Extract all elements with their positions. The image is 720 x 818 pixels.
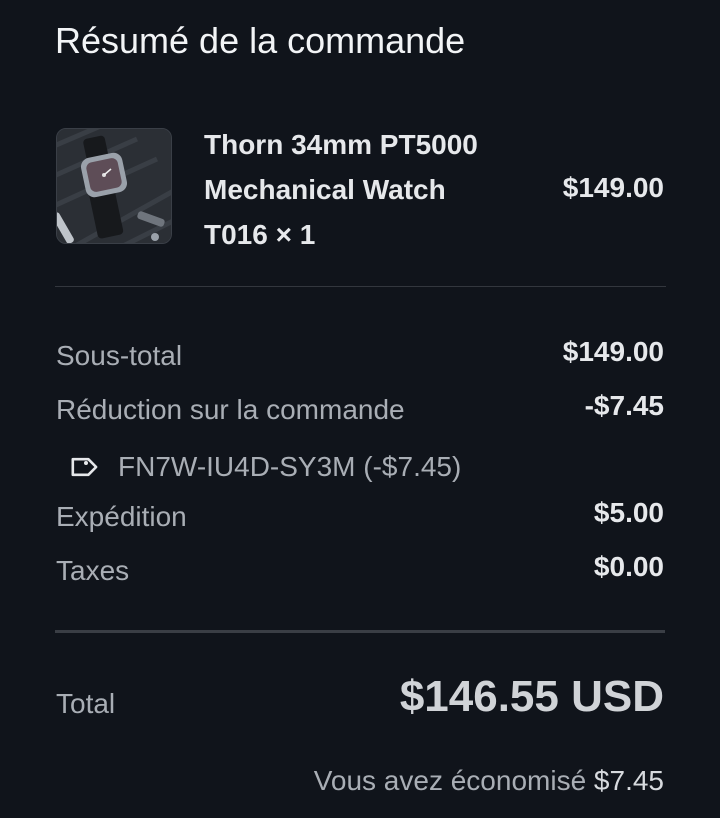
tag-icon [71,457,98,477]
product-name-line2: Mechanical Watch [204,174,446,205]
order-summary-title: Résumé de la commande [55,20,466,61]
taxes-label: Taxes [56,555,130,586]
product-name-line1: Thorn 34mm PT5000 [204,129,478,160]
savings-label: Vous avez économisé [313,765,587,796]
discount-code-text: FN7W-IU4D-SY3M (-$7.45) [118,451,462,482]
product-name: Thorn 34mm PT5000 Mechanical Watch T016 … [204,122,534,257]
discount-code: FN7W-IU4D-SY3M (-$7.45) [66,447,461,487]
product-variant-quantity: T016 × 1 [204,219,316,250]
divider [55,286,666,287]
discount-value: -$7.45 [584,390,664,421]
subtotal-label: Sous-total [56,340,183,371]
total-value: $146.55 USD [399,672,664,721]
savings-value: $7.45 [593,765,664,796]
product-thumbnail [56,128,172,244]
shipping-value: $5.00 [593,497,664,528]
total-label: Total [56,688,116,719]
savings-text: Vous avez économisé $7.45 [314,765,664,797]
discount-label: Réduction sur la commande [56,394,405,425]
taxes-row: Taxes $0.00 [56,551,664,595]
order-item: Thorn 34mm PT5000 Mechanical Watch T016 … [56,120,666,250]
shipping-label: Expédition [56,501,187,532]
product-price: $149.00 [562,172,664,203]
discount-row: Réduction sur la commande -$7.45 [56,390,664,434]
divider [55,630,665,633]
subtotal-value: $149.00 [562,336,664,367]
subtotal-row: Sous-total $149.00 [56,336,664,380]
watch-image [57,129,171,243]
shipping-row: Expédition $5.00 [56,497,664,541]
taxes-value: $0.00 [593,551,664,582]
